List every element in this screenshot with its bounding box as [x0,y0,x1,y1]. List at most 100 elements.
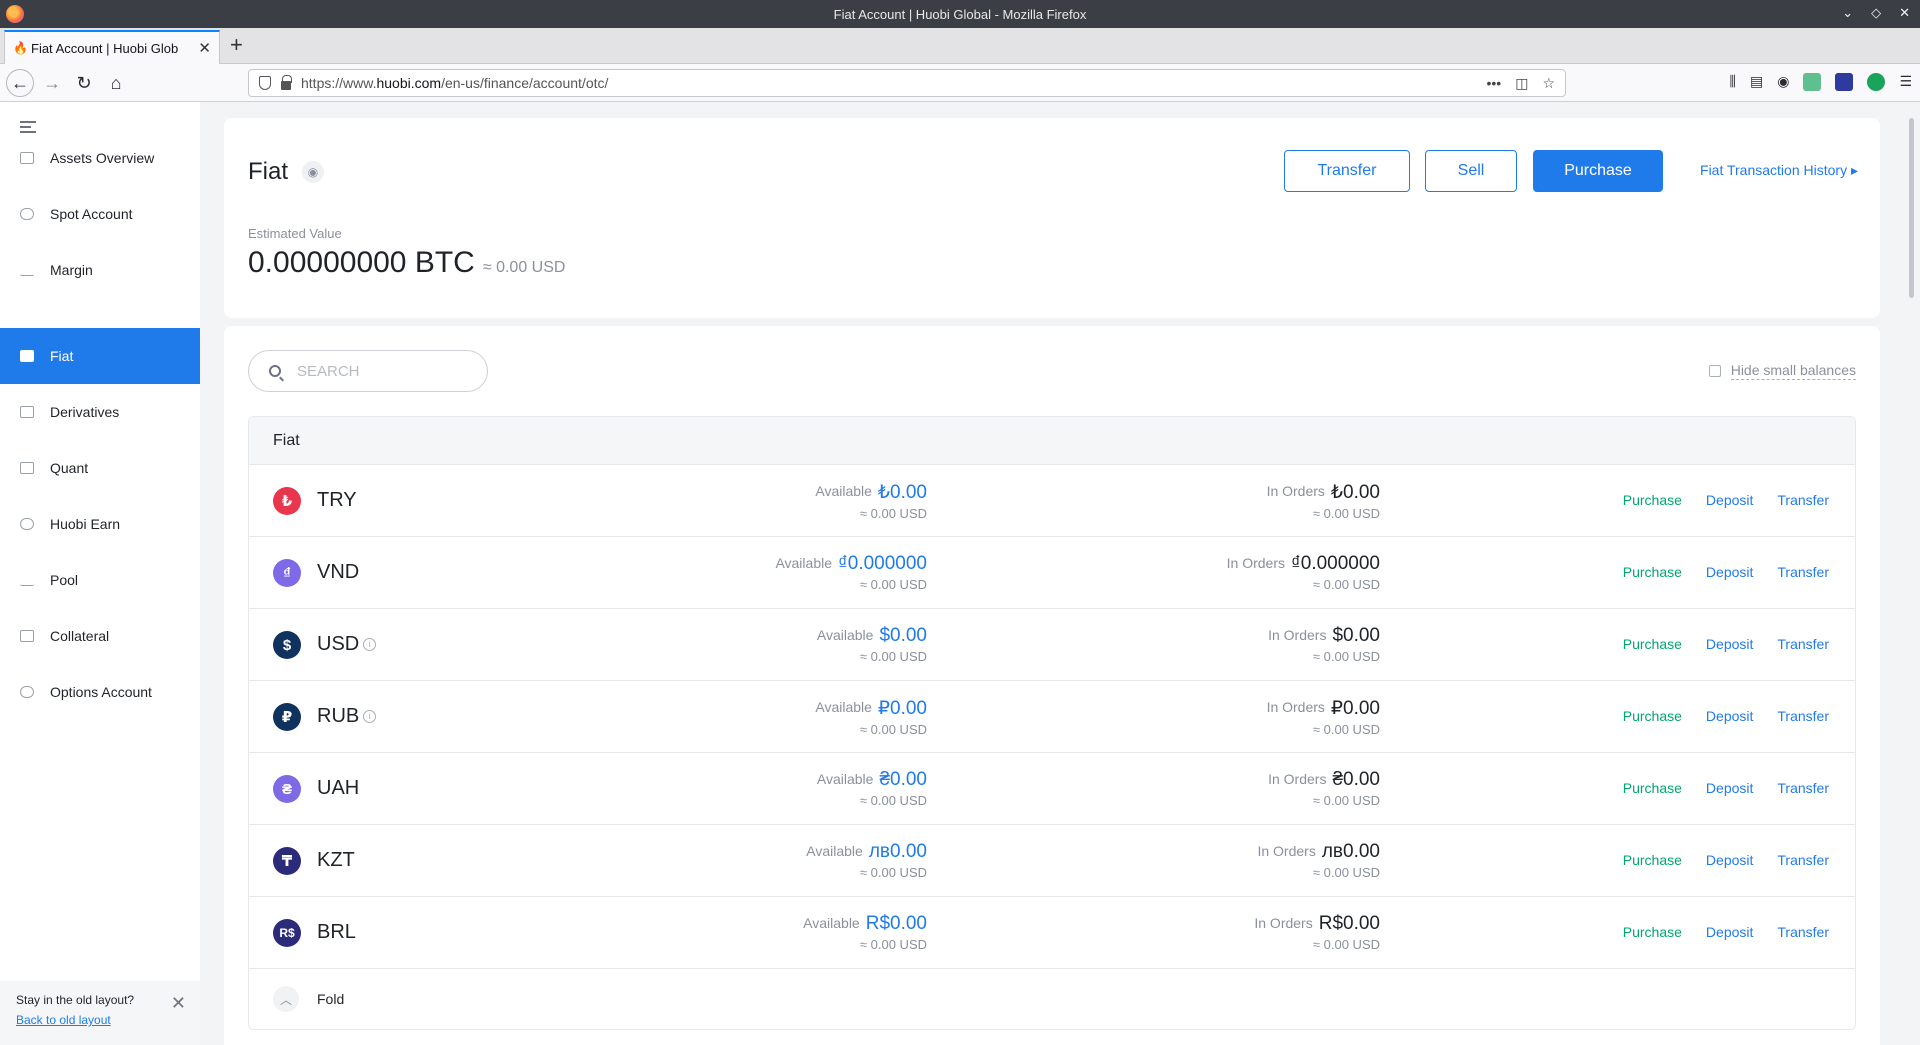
table-row: ₫ VND Available ₫0.000000 ≈ 0.00 USD In Order… [249,537,1855,609]
extension-new-icon[interactable] [1835,73,1854,91]
close-tab-icon[interactable]: ✕ [198,39,211,57]
row-purchase-link[interactable]: Purchase [1623,852,1682,868]
currency-code: UAH [317,777,360,799]
fold-toggle[interactable]: ︿ Fold [249,969,1855,1029]
extension-green-icon[interactable] [1867,73,1886,91]
navigation-bar: ← → ↻ ⌂ https://www.huobi.com/en-us/fina… [0,64,1920,102]
sidebar-item-assets-overview[interactable]: Assets Overview [0,130,200,186]
page-scrollbar[interactable] [1909,118,1914,298]
row-deposit-link[interactable]: Deposit [1706,564,1753,580]
table-section-title: Fiat [249,417,1855,465]
transfer-button[interactable]: Transfer [1284,150,1410,192]
minimize-icon[interactable]: ⌄ [1842,5,1853,21]
row-transfer-link[interactable]: Transfer [1777,492,1829,508]
row-deposit-link[interactable]: Deposit [1706,636,1753,652]
row-deposit-link[interactable]: Deposit [1706,780,1753,796]
currency-icon: $ [273,631,301,659]
currency-icon: ₽ [273,703,301,731]
account-icon[interactable]: ◉ [1777,73,1789,91]
margin-icon [20,264,34,276]
sidebar-item-margin[interactable]: Margin [0,242,200,298]
hide-small-balances-label: Hide small balances [1730,362,1856,380]
pocket-icon[interactable]: ◫ [1515,75,1528,92]
info-icon[interactable]: i [363,710,377,723]
row-actions: Purchase Deposit Transfer [1623,492,1829,508]
sidebar-item-derivatives[interactable]: Derivatives [0,384,200,440]
currency-code: KZT [317,849,355,871]
available-balance: Available лв0.00 ≈ 0.00 USD [806,841,927,880]
hamburger-menu-icon[interactable]: ☰ [1899,73,1912,91]
fiat-balances-card: SEARCH Hide small balances Fiat ₺ TRY Avai… [224,326,1880,1045]
firefox-logo-icon [6,5,24,23]
info-icon[interactable]: i [363,638,377,651]
row-deposit-link[interactable]: Deposit [1706,852,1753,868]
table-row: ₽ RUB i Available ₽0.00 ≈ 0.00 USD In Orders ₽0… [249,681,1855,753]
library-icon[interactable]: ⫼ [1730,73,1736,91]
row-transfer-link[interactable]: Transfer [1777,924,1829,940]
earn-icon [20,518,34,530]
sidebar-item-fiat[interactable]: Fiat [0,328,200,384]
sidebar-item-quant[interactable]: Quant [0,440,200,496]
currency-icon: R$ [273,919,301,947]
row-purchase-link[interactable]: Purchase [1623,780,1682,796]
new-tab-icon[interactable]: + [230,34,243,56]
row-purchase-link[interactable]: Purchase [1623,492,1682,508]
row-deposit-link[interactable]: Deposit [1706,492,1753,508]
sidebar: Assets Overview Spot Account Margin Fiat… [0,102,200,1045]
row-transfer-link[interactable]: Transfer [1777,852,1829,868]
sidebar-item-options-account[interactable]: Options Account [0,664,200,720]
fiat-icon [20,350,34,362]
row-purchase-link[interactable]: Purchase [1623,564,1682,580]
row-deposit-link[interactable]: Deposit [1706,708,1753,724]
row-actions: Purchase Deposit Transfer [1623,780,1829,796]
tracking-shield-icon[interactable] [259,76,271,90]
row-transfer-link[interactable]: Transfer [1777,780,1829,796]
extension-save-icon[interactable] [1803,73,1822,91]
lock-icon[interactable] [281,74,292,90]
table-row: $ USD i Available $0.00 ≈ 0.00 USD In Orders $0… [249,609,1855,681]
row-transfer-link[interactable]: Transfer [1777,636,1829,652]
reload-icon[interactable]: ↻ [70,69,98,97]
available-balance: Available $0.00 ≈ 0.00 USD [816,625,927,664]
in-orders-balance: In Orders ₫0.000000 ≈ 0.00 USD [1226,553,1380,592]
hide-small-balances-checkbox[interactable] [1708,365,1721,377]
search-icon [269,365,281,377]
sidebar-item-pool[interactable]: Pool [0,552,200,608]
pool-icon [20,574,34,586]
page-title: Fiat [248,158,289,185]
sidebar-toggle-icon[interactable]: ▤ [1750,73,1763,91]
assets-icon [20,152,34,164]
row-purchase-link[interactable]: Purchase [1623,924,1682,940]
sidebar-item-collateral[interactable]: Collateral [0,608,200,664]
search-placeholder: SEARCH [297,362,360,380]
maximize-icon[interactable]: ◇ [1871,5,1881,21]
bookmark-star-icon[interactable]: ☆ [1542,75,1555,92]
purchase-button[interactable]: Purchase [1533,150,1663,192]
fiat-transaction-history-link[interactable]: Fiat Transaction History ▸ [1700,162,1858,179]
currency-code: RUB i [317,705,377,728]
back-to-old-layout-link[interactable]: Back to old layout [16,1013,184,1027]
row-purchase-link[interactable]: Purchase [1623,708,1682,724]
page-actions-icon[interactable]: ••• [1486,75,1501,92]
eye-icon[interactable]: ◉ [302,161,324,183]
sidebar-item-spot-account[interactable]: Spot Account [0,186,200,242]
row-actions: Purchase Deposit Transfer [1623,708,1829,724]
forward-icon[interactable]: → [38,69,66,97]
row-transfer-link[interactable]: Transfer [1777,564,1829,580]
in-orders-balance: In Orders ₺0.00 ≈ 0.00 USD [1266,482,1380,521]
row-purchase-link[interactable]: Purchase [1623,636,1682,652]
back-icon[interactable]: ← [6,69,34,97]
old-layout-text: Stay in the old layout? [16,993,135,1007]
browser-tab[interactable]: 🔥 Fiat Account | Huobi Glob ✕ [4,30,220,64]
search-input[interactable]: SEARCH [248,350,488,392]
sidebar-item-huobi-earn[interactable]: Huobi Earn [0,496,200,552]
row-deposit-link[interactable]: Deposit [1706,924,1753,940]
sell-button[interactable]: Sell [1425,150,1517,192]
home-icon[interactable]: ⌂ [102,69,130,97]
hide-small-balances-toggle[interactable]: Hide small balances [1708,362,1856,380]
close-banner-icon[interactable]: ✕ [171,993,186,1014]
close-window-icon[interactable]: ✕ [1899,5,1910,21]
url-bar[interactable]: https://www.huobi.com/en-us/finance/acco… [248,69,1566,97]
row-transfer-link[interactable]: Transfer [1777,708,1829,724]
old-layout-banner: Stay in the old layout? Back to old layo… [0,981,200,1045]
